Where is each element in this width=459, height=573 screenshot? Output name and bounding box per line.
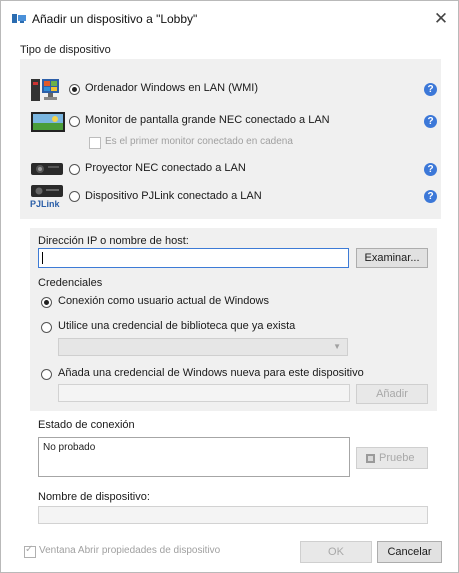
existing-credential-label: Utilice una credencial de biblioteca que… xyxy=(58,320,296,332)
current-user-label: Conexión como usuario actual de Windows xyxy=(58,295,269,307)
option-nec-projector-label: Proyector NEC conectado a LAN xyxy=(85,162,246,174)
test-icon xyxy=(366,454,375,463)
device-type-label: Tipo de dispositivo xyxy=(20,44,111,56)
first-daisy-chain-checkbox[interactable] xyxy=(89,137,101,149)
option-windows-pc-label: Ordenador Windows en LAN (WMI) xyxy=(85,82,258,94)
add-device-dialog: Añadir un dispositivo a "Lobby" ✕ Tipo d… xyxy=(0,0,459,573)
connection-status-box: No probado xyxy=(38,437,350,477)
radio-pjlink[interactable] xyxy=(69,191,80,202)
projector-icon xyxy=(31,163,63,175)
radio-windows-pc[interactable] xyxy=(69,84,80,95)
cancel-button[interactable]: Cancelar xyxy=(377,541,442,563)
pjlink-logo-text: PJLink xyxy=(30,199,60,209)
test-button[interactable]: Pruebe xyxy=(356,447,428,469)
option-nec-monitor-label: Monitor de pantalla grande NEC conectado… xyxy=(85,114,330,126)
help-icon[interactable]: ? xyxy=(424,115,437,128)
text-caret xyxy=(42,252,43,264)
radio-new-credential[interactable] xyxy=(41,369,52,380)
radio-nec-monitor[interactable] xyxy=(69,116,80,127)
help-icon[interactable]: ? xyxy=(424,190,437,203)
title-bar: Añadir un dispositivo a "Lobby" ✕ xyxy=(1,1,458,37)
browse-button[interactable]: Examinar... xyxy=(356,248,428,268)
credential-select[interactable]: ▼ xyxy=(58,338,348,356)
window-title: Añadir un dispositivo a "Lobby" xyxy=(32,12,198,26)
help-icon[interactable]: ? xyxy=(424,163,437,176)
host-input[interactable] xyxy=(38,248,349,268)
first-daisy-chain-label: Es el primer monitor conectado en cadena xyxy=(105,136,293,147)
device-name-label: Nombre de dispositivo: xyxy=(38,491,150,503)
pjlink-device-icon xyxy=(31,185,63,197)
open-properties-label: Ventana Abrir propiedades de dispositivo xyxy=(39,545,221,556)
credentials-label: Credenciales xyxy=(38,277,103,289)
connection-status-text: No probado xyxy=(43,442,96,453)
device-add-icon xyxy=(12,14,26,23)
radio-existing-credential[interactable] xyxy=(41,322,52,333)
connection-status-label: Estado de conexión xyxy=(38,419,135,431)
new-credential-field[interactable] xyxy=(58,384,350,402)
device-name-field[interactable] xyxy=(38,506,428,524)
close-button[interactable]: ✕ xyxy=(429,7,453,31)
radio-nec-projector[interactable] xyxy=(69,164,80,175)
ok-button[interactable]: OK xyxy=(300,541,372,563)
test-button-label: Pruebe xyxy=(379,452,415,464)
radio-current-user[interactable] xyxy=(41,297,52,308)
help-icon[interactable]: ? xyxy=(424,83,437,96)
host-label: Dirección IP o nombre de host: xyxy=(38,235,189,247)
new-credential-label: Añada una credencial de Windows nueva pa… xyxy=(58,367,364,379)
chevron-down-icon: ▼ xyxy=(333,342,341,351)
windows-computer-icon xyxy=(31,79,59,101)
add-credential-button[interactable]: Añadir xyxy=(356,384,428,404)
option-pjlink-label: Dispositivo PJLink conectado a LAN xyxy=(85,190,262,202)
open-properties-checkbox[interactable] xyxy=(24,544,36,558)
large-monitor-icon xyxy=(31,112,65,132)
